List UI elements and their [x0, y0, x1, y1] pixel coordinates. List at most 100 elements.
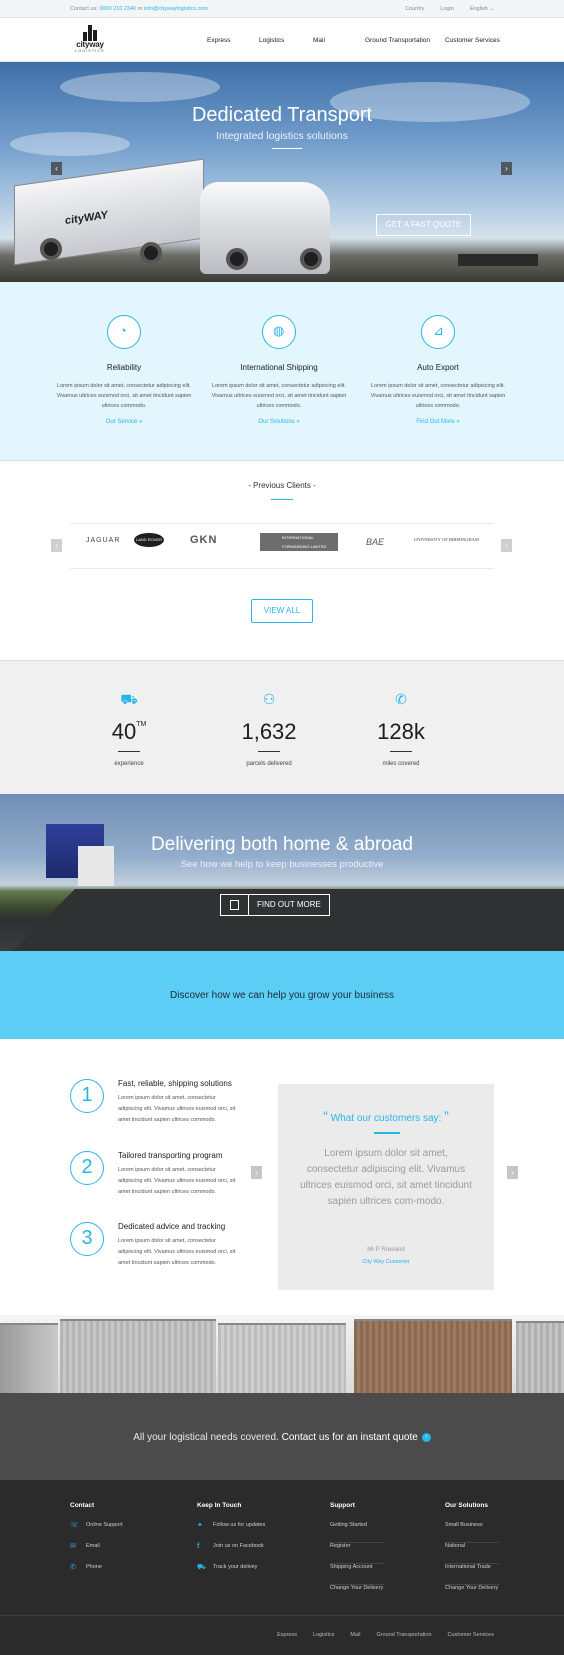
our-service-link[interactable]: Our Service » — [54, 419, 194, 425]
login-link[interactable]: Login — [440, 6, 453, 12]
cloud — [60, 72, 220, 102]
testimonial-name: Mr P Rowland — [367, 1247, 405, 1253]
client-logo-gkn: GKN — [190, 534, 218, 546]
testimonial-heading-text: What our customers say: — [330, 1113, 442, 1124]
cta-banner: Discover how we can help you grow your b… — [0, 951, 564, 1049]
road-subtitle: See how we help to keep businesses produ… — [180, 859, 384, 870]
clients-title: - Previous Clients - — [248, 481, 316, 490]
phone-link[interactable]: 0000 210 2340 — [99, 6, 136, 12]
testimonial-heading: “ What our customers say: ” — [278, 1108, 494, 1124]
footer-link[interactable]: National — [445, 1543, 499, 1564]
footer: Contact ☏ Online Support ✉ Email ✆ Phone Ke… — [0, 1480, 564, 1615]
stats-section: ⛟ 40TM experience ⚇ 1,632 parcels delive… — [0, 660, 564, 794]
footer-link-online-support[interactable]: ☏ Online Support — [70, 1522, 123, 1543]
find-out-more-link[interactable]: Find Out More » — [368, 419, 508, 425]
feature-title: International Shipping — [240, 363, 318, 372]
stat-value: 128k — [377, 719, 425, 744]
footer-link[interactable]: Change Your Delivery — [330, 1585, 384, 1606]
footer-link[interactable]: Small Business — [445, 1522, 499, 1543]
client-logos: JAGUAR LAND ROVER GKN INTERNATIONAL FORW… — [70, 523, 494, 569]
nav-item-logistics[interactable]: Logistics — [259, 37, 284, 44]
client-logo-international: INTERNATIONAL FORWARDING LIMITED — [260, 533, 338, 551]
stat-divider — [390, 751, 412, 752]
hero-next-arrow-icon[interactable]: › — [501, 162, 512, 175]
our-solutions-link[interactable]: Our Solutions » — [209, 419, 349, 425]
footer-heading: Contact — [70, 1502, 95, 1509]
nav-item-customer-services[interactable]: Customer Services — [445, 37, 500, 44]
hero-title: Dedicated Transport — [191, 104, 373, 126]
footer-link[interactable]: Shipping Account — [330, 1564, 384, 1585]
top-bar: Contact us: 0000 210 2340 or info@citywa… — [0, 0, 564, 18]
distant-truck — [458, 254, 538, 266]
testimonial-role: City Way Customer — [362, 1259, 410, 1265]
view-all-button[interactable]: VIEW ALL — [251, 599, 313, 623]
footer-link-facebook[interactable]: f Join us on Facebook — [197, 1543, 265, 1564]
footer-link[interactable]: International Trade — [445, 1564, 499, 1585]
nav-item-mail[interactable]: Mail — [313, 37, 325, 44]
clients-section: - Previous Clients - ‹ › JAGUAR LAND ROV… — [0, 460, 564, 660]
wheel — [40, 238, 62, 260]
fast-quote-button[interactable]: GET A FAST QUOTE — [376, 214, 471, 236]
logo[interactable]: cityway LOGISTICS — [71, 25, 109, 57]
clients-next-arrow-icon[interactable]: › — [501, 539, 512, 552]
hero-prev-arrow-icon[interactable]: ‹ — [51, 162, 62, 175]
footer-link-track[interactable]: ⛟ Track your delivey — [197, 1564, 265, 1585]
footer-link[interactable]: Change Your Delivery — [445, 1585, 499, 1606]
bottom-link-ground-transportation[interactable]: Ground Transportation — [376, 1632, 431, 1638]
client-logo-birmingham: UNIVERSITY OF BIRMINGHAM — [414, 537, 479, 542]
phone-icon: ✆ — [395, 691, 407, 707]
stat-parcels: ⚇ 1,632 parcels delivered — [219, 691, 319, 767]
stat-value: 1,632 — [241, 719, 297, 744]
nav-item-express[interactable]: Express — [207, 37, 230, 44]
client-logo-bae: BAE — [366, 537, 385, 547]
bottom-bar: Express Logistics Mail Ground Transporta… — [0, 1615, 564, 1655]
stat-divider — [258, 751, 280, 752]
footer-link-label: Email — [86, 1543, 100, 1549]
contact-quote-link[interactable]: Contact us for an instant quote — [282, 1432, 418, 1443]
features-section: ◔ Reliability Lorem ipsum dolor sit amet… — [0, 282, 564, 460]
stat-sup: TM — [136, 721, 147, 728]
arrow-right-icon[interactable]: › — [421, 1432, 431, 1442]
testimonial-prev-arrow-icon[interactable]: ‹ — [251, 1166, 262, 1179]
country-link[interactable]: Country — [405, 6, 424, 12]
bottom-link-logistics[interactable]: Logistics — [313, 1632, 334, 1638]
footer-link-email[interactable]: ✉ Email — [70, 1543, 123, 1564]
bottom-link-customer-services[interactable]: Customer Services — [448, 1632, 494, 1638]
footer-link[interactable]: Register — [330, 1543, 384, 1564]
contact-or: or — [137, 6, 143, 12]
footer-link-twitter[interactable]: ✦ Follow us for updates — [197, 1522, 265, 1543]
container — [60, 1319, 216, 1393]
footer-link-phone[interactable]: ✆ Phone — [70, 1564, 123, 1585]
document-icon — [230, 900, 239, 910]
footer-heading: Support — [330, 1502, 355, 1509]
bottom-link-mail[interactable]: Mail — [350, 1632, 360, 1638]
clients-prev-arrow-icon[interactable]: ‹ — [51, 539, 62, 552]
footer-link-label: Follow us for updates — [213, 1522, 266, 1528]
footer-link[interactable]: Getting Started — [330, 1522, 384, 1543]
testimonial-card: “ What our customers say: ” Lorem ipsum … — [278, 1084, 494, 1290]
service-text: Lorem ipsum dolor sit amet, consectetur … — [118, 1167, 236, 1195]
hero-subtitle: Integrated logistics solutions — [216, 130, 348, 142]
parcel-handoff-icon: ⚇ — [262, 691, 276, 707]
language-label: English — [469, 6, 488, 12]
truck-icon: ⛟ — [197, 1564, 206, 1571]
testimonial-next-arrow-icon[interactable]: › — [507, 1166, 518, 1179]
stat-label: miles covered — [382, 761, 420, 767]
close-quote-icon: ” — [444, 1108, 449, 1124]
logo-sub: LOGISTICS — [75, 49, 105, 53]
container — [218, 1323, 346, 1393]
language-select[interactable]: English ⌄ — [470, 6, 494, 12]
bottom-link-express[interactable]: Express — [277, 1632, 297, 1638]
service-title: Dedicated advice and tracking — [118, 1222, 226, 1231]
services-section: 1 Fast, reliable, shipping solutions Lor… — [0, 1039, 564, 1315]
chevron-down-icon: ⌄ — [489, 6, 494, 12]
service-item: 3 Dedicated advice and tracking Lorem ip… — [70, 1222, 240, 1292]
nav-item-ground-transportation[interactable]: Ground Transportation — [365, 37, 430, 44]
quote-bar-text: All your logistical needs covered. Conta… — [0, 1432, 564, 1443]
hero-slider: cityWAY Dedicated Transport Integrated l… — [0, 62, 564, 282]
find-out-more-button[interactable]: FIND OUT MORE — [220, 894, 330, 916]
client-logo-jaguar: JAGUAR — [86, 537, 121, 544]
mail-icon: ✉ — [70, 1543, 76, 1550]
email-link[interactable]: info@citywaylogistics.com — [144, 6, 208, 12]
hand-truck-icon: ⊿ — [421, 315, 455, 349]
